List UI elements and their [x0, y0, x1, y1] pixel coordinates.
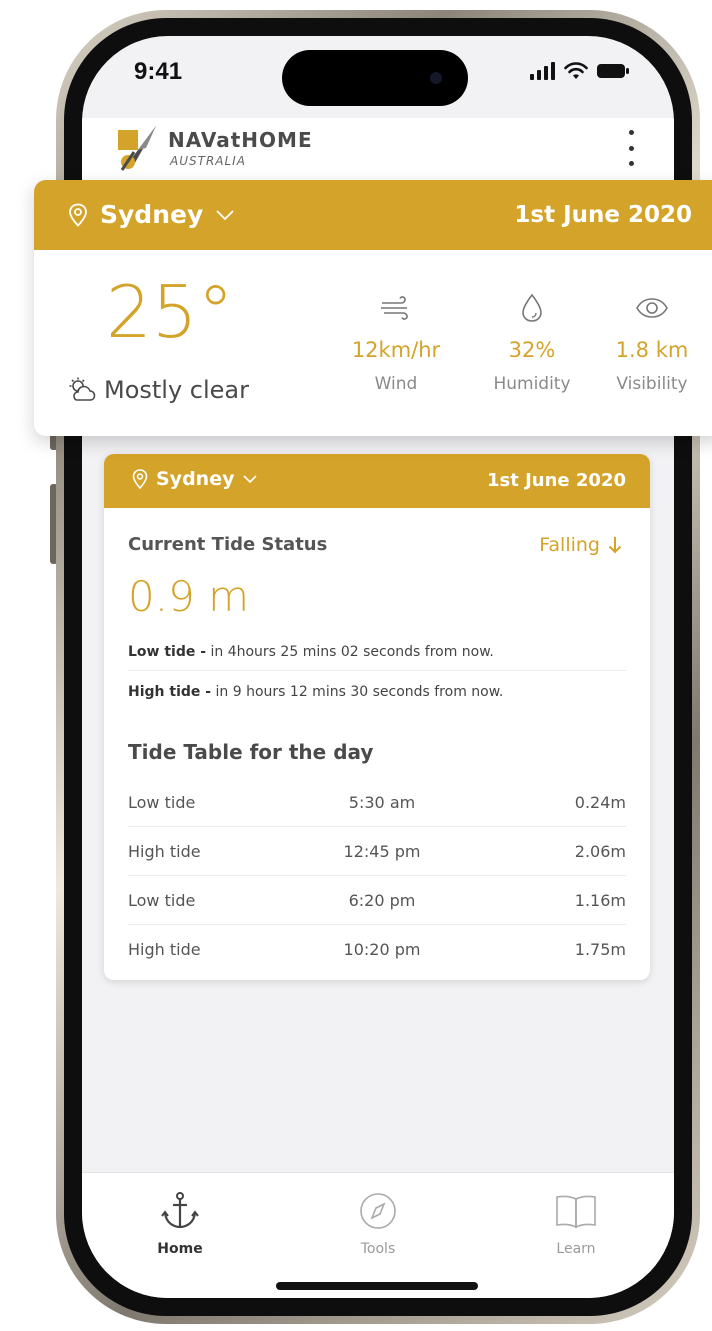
next-tide-detail: in 4hours 25 mins 02 seconds from now.: [206, 644, 494, 660]
tide-date: 1st June 2020: [486, 470, 626, 491]
tide-type-cell: Low tide: [128, 792, 196, 812]
humidity-drop-icon: [522, 293, 542, 322]
navathome-logo-icon: [118, 126, 156, 171]
tide-card-header: Sydney 1st June 2020: [104, 454, 650, 508]
chevron-down-icon: [243, 475, 258, 484]
tab-learn[interactable]: Learn: [526, 1191, 626, 1257]
humidity-label: Humidity: [493, 374, 571, 394]
tide-height-cell: 1.16m: [574, 890, 626, 910]
tide-time-cell: 5:30 am: [348, 792, 416, 812]
wind-icon: [381, 296, 408, 320]
more-dot: [628, 130, 634, 135]
tide-time-cell: 6:20 pm: [348, 890, 416, 910]
next-low-tide: Low tide - in 4hours 25 mins 02 seconds …: [128, 644, 626, 671]
humidity-metric: 32% Humidity: [472, 292, 592, 394]
tide-table-row: High tide 12:45 pm 2.06m: [128, 827, 626, 876]
arrow-down-icon: [608, 537, 622, 554]
partly-cloudy-icon: [69, 377, 96, 401]
more-menu-button[interactable]: [626, 130, 636, 166]
chevron-down-icon: [216, 209, 234, 220]
location-pin-icon: [132, 469, 148, 489]
tab-home-label: Home: [157, 1241, 203, 1257]
current-tide-level: 0.9 m: [128, 572, 250, 621]
tide-card: Sydney 1st June 2020 Current Tide Status…: [104, 454, 650, 980]
tide-height-cell: 0.24m: [574, 792, 626, 812]
tide-location-selector[interactable]: Sydney: [132, 468, 258, 490]
app-header: NAVatHOME AUSTRALIA: [82, 118, 674, 182]
next-high-tide: High tide - in 9 hours 12 mins 30 second…: [128, 684, 626, 710]
current-temperature: 25°: [106, 270, 234, 354]
weather-location-selector[interactable]: Sydney: [68, 200, 235, 229]
tide-height-cell: 2.06m: [574, 841, 626, 861]
tide-direction: Falling: [539, 534, 622, 556]
tide-time-cell: 10:20 pm: [343, 940, 421, 959]
weather-condition-label: Mostly clear: [104, 376, 250, 404]
weather-card: Sydney 1st June 2020 25° Mostly clear 12…: [34, 180, 712, 436]
tide-table-row: Low tide 5:30 am 0.24m: [128, 778, 626, 827]
humidity-value: 32%: [508, 338, 556, 362]
tide-time-cell: 12:45 pm: [343, 841, 421, 861]
battery-icon: [597, 64, 629, 78]
tab-tools-label: Tools: [360, 1241, 396, 1257]
eye-icon: [636, 298, 668, 318]
tide-type-cell: Low tide: [128, 890, 196, 910]
tide-height-cell: 1.75m: [574, 940, 626, 959]
more-dot: [628, 145, 634, 151]
app-logo-title: NAVatHOME: [168, 128, 313, 152]
tide-type-cell: High tide: [128, 940, 201, 959]
tide-table-row: High tide 10:20 pm 1.75m: [128, 925, 626, 974]
weather-date: 1st June 2020: [514, 202, 692, 228]
front-camera: [430, 72, 442, 84]
anchor-icon: [161, 1192, 199, 1229]
tide-status-label: Current Tide Status: [128, 534, 328, 555]
tide-table: Low tide 5:30 am 0.24m High tide 12:45 p…: [128, 778, 626, 974]
tide-table-title: Tide Table for the day: [128, 740, 374, 764]
tide-table-row: Low tide 6:20 pm 1.16m: [128, 876, 626, 925]
visibility-metric: 1.8 km Visibility: [592, 292, 712, 394]
book-icon: [556, 1195, 596, 1229]
wind-value: 12km/hr: [351, 338, 441, 362]
tab-learn-label: Learn: [556, 1241, 596, 1257]
compass-icon: [360, 1193, 396, 1229]
wind-label: Wind: [374, 374, 418, 394]
visibility-value: 1.8 km: [615, 338, 689, 362]
tab-tools[interactable]: Tools: [328, 1191, 428, 1257]
weather-card-header: Sydney 1st June 2020: [34, 180, 712, 250]
status-icons: [530, 62, 630, 80]
tab-home[interactable]: Home: [130, 1191, 230, 1257]
more-dot: [628, 161, 634, 166]
app-logo-subtitle: AUSTRALIA: [170, 154, 246, 168]
tide-type-cell: High tide: [128, 841, 201, 861]
cellular-signal-icon: [530, 62, 555, 80]
home-indicator[interactable]: [276, 1282, 478, 1290]
weather-condition: Mostly clear: [68, 376, 249, 404]
next-tide-type: Low tide -: [128, 644, 207, 660]
next-tide-detail: in 9 hours 12 mins 30 seconds from now.: [211, 684, 504, 700]
weather-location-label: Sydney: [100, 200, 204, 229]
wifi-icon: [564, 62, 588, 79]
next-tide-type: High tide -: [128, 684, 212, 700]
tide-location-label: Sydney: [156, 468, 235, 490]
bottom-tab-bar: Home Tools Learn: [82, 1172, 674, 1298]
dynamic-island: [282, 50, 468, 106]
status-time: 9:41: [134, 58, 183, 85]
wind-metric: 12km/hr Wind: [336, 292, 456, 394]
location-pin-icon: [69, 203, 87, 227]
visibility-label: Visibility: [616, 374, 688, 394]
tide-direction-label: Falling: [539, 534, 600, 556]
